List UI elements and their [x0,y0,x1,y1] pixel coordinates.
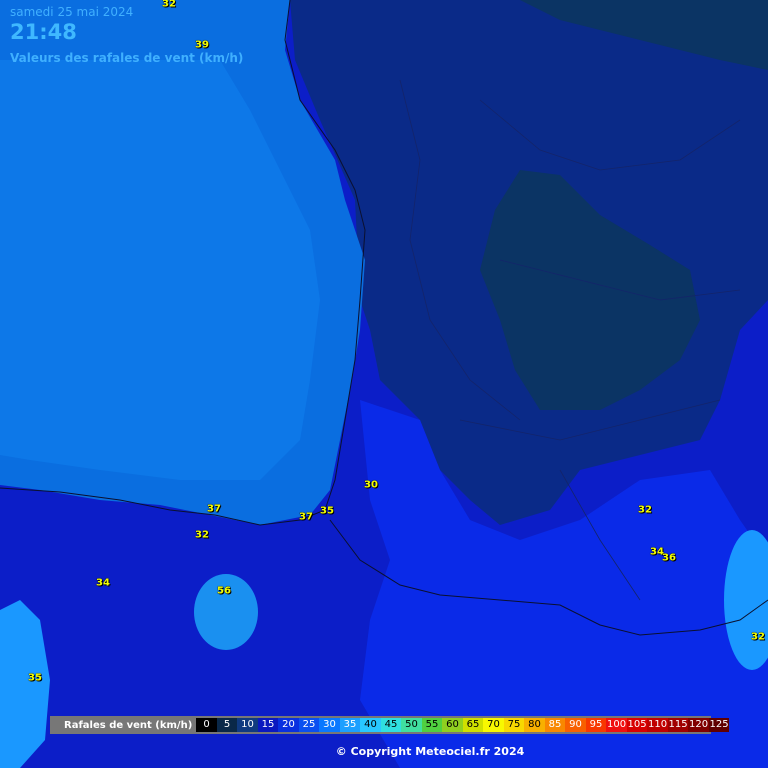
legend-cell: 5 [216,718,238,732]
gust-value-label: 32 [638,504,652,516]
legend-cell: 20 [278,718,299,732]
gust-value-label: 34 [96,577,110,589]
legend-cell: 0 [196,718,217,732]
legend-cell: 65 [462,718,484,732]
legend-cell: 85 [544,718,566,732]
forecast-time: 21:48 [10,20,77,44]
copyright-notice: © Copyright Meteociel.fr 2024 [335,745,525,758]
gust-value-label: 32 [162,0,176,10]
map-view: samedi 25 mai 2024 21:48 Valeurs des raf… [0,0,768,768]
legend-cell: 105 [626,718,648,732]
forecast-date: samedi 25 mai 2024 [10,5,134,19]
legend-scale: 0 5 10 15 20 25 30 35 40 45 50 55 60 65 70 75 80 85 90 95 10… [196,718,730,732]
legend-cell: 115 [667,718,689,732]
legend-cell: 45 [380,718,402,732]
legend-cell: 75 [503,718,525,732]
gust-value-label: 32 [195,529,209,541]
gust-value-label: 32 [751,631,765,643]
legend-cell: 30 [319,718,340,732]
legend-cell: 50 [401,718,422,732]
gust-value-label: 30 [364,479,378,491]
map-subtitle: Valeurs des rafales de vent (km/h) [10,51,244,65]
legend-title: Rafales de vent (km/h) [64,719,193,731]
legend-cell: 110 [647,718,668,732]
gust-value-label: 56 [217,585,231,597]
legend-cell: 90 [565,718,586,732]
legend-cell: 95 [585,718,607,732]
gust-legend: Rafales de vent (km/h) 0 5 10 15 20 25 30 35 40 4… [50,716,730,734]
legend-cell: 120 [688,718,709,732]
gust-value-label: 37 [299,511,313,523]
legend-cell: 60 [442,718,463,732]
legend-cell: 10 [237,718,258,732]
legend-cell: 55 [421,718,443,732]
legend-cell: 15 [257,718,279,732]
gust-value-label: 35 [28,672,42,684]
gust-value-label: 36 [662,552,676,564]
legend-cell: 125 [708,718,730,732]
legend-cell: 35 [339,718,361,732]
gust-value-label: 37 [207,503,221,515]
legend-cell: 80 [524,718,545,732]
legend-cell: 100 [606,718,627,732]
gust-value-label: 39 [195,39,209,51]
legend-cell: 25 [298,718,320,732]
gust-value-label: 35 [320,505,334,517]
legend-cell: 40 [360,718,381,732]
legend-cell: 70 [483,718,504,732]
wind-gust-map [0,0,768,768]
